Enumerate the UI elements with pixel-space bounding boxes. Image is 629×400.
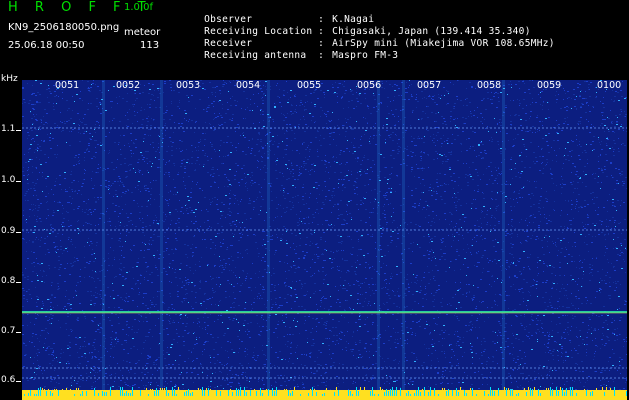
- y-tick-mark: [16, 282, 21, 283]
- x-tick-label: 0057: [417, 80, 442, 91]
- x-tick-label: 0100: [597, 80, 622, 91]
- y-tick-label: 0.8: [1, 276, 16, 286]
- y-tick-label: 0.6: [1, 375, 16, 385]
- x-tick-label: 0052: [116, 80, 141, 91]
- info-row-antenna: Receiving antenna: Maspro FM-3: [180, 39, 398, 72]
- x-tick-label: 0055: [297, 80, 322, 91]
- info-separator: :: [318, 50, 325, 61]
- spectrogram-canvas: [22, 80, 627, 400]
- filename-label: KN9_2506180050.png: [8, 22, 120, 33]
- y-tick-label: 1.0: [1, 175, 16, 185]
- header-panel: H R O F F T 1.0.0f KN9_2506180050.png me…: [0, 0, 629, 76]
- y-tick-mark: [16, 232, 21, 233]
- y-tick-label: 1.1: [1, 124, 16, 134]
- datetime-label: 25.06.18 00:50: [8, 40, 85, 51]
- y-tick-mark: [16, 381, 21, 382]
- y-tick-mark: [16, 332, 21, 333]
- y-tick-mark: [16, 130, 21, 131]
- x-tick-label: 0058: [477, 80, 502, 91]
- info-value: Maspro FM-3: [332, 50, 399, 61]
- version-label: 1.0.0f: [124, 2, 153, 13]
- y-tick-mark: [16, 181, 21, 182]
- info-label: Receiving antenna: [204, 50, 307, 61]
- x-tick-label: 0059: [537, 80, 562, 91]
- y-tick-label: 0.7: [1, 326, 16, 336]
- y-tick-label: 0.9: [1, 226, 16, 236]
- x-tick-label: 0056: [357, 80, 382, 91]
- y-axis-unit: kHz: [1, 74, 18, 84]
- x-tick-label: 0053: [176, 80, 201, 91]
- x-tick-label: 0051: [55, 80, 80, 91]
- mode-label: meteor: [124, 27, 161, 38]
- count-label: 113: [140, 40, 160, 51]
- spectrogram-plot[interactable]: [22, 80, 627, 400]
- x-tick-label: 0054: [236, 80, 261, 91]
